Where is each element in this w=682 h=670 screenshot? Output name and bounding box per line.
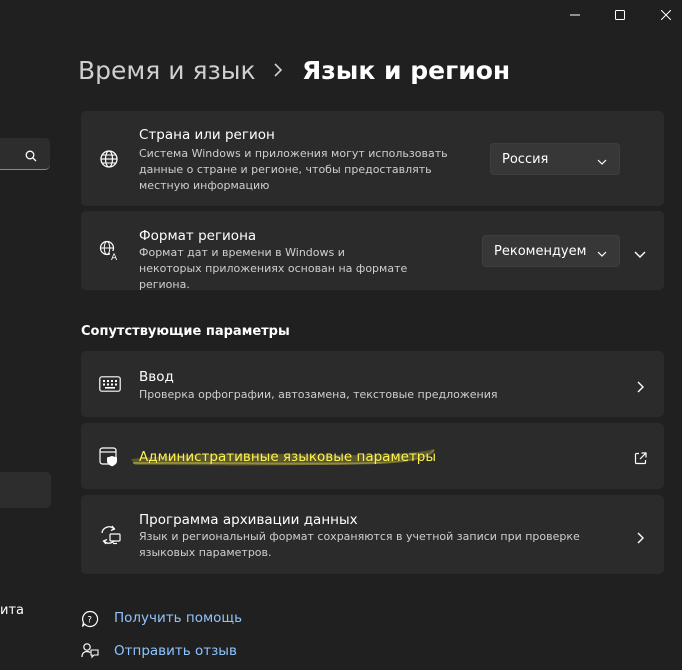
search-icon bbox=[25, 147, 37, 166]
breadcrumb-parent[interactable]: Время и язык bbox=[78, 56, 256, 85]
get-help-link[interactable]: Получить помощь bbox=[114, 610, 242, 626]
region-format-card[interactable]: A Формат региона Формат дат и времени в … bbox=[81, 211, 664, 291]
chevron-right-icon bbox=[636, 378, 644, 397]
related-item-typing[interactable]: Ввод Проверка орфографии, автозамена, те… bbox=[81, 351, 664, 417]
related-item-title: Программа архивации данных bbox=[139, 512, 358, 528]
external-link-icon bbox=[634, 450, 647, 469]
maximize-icon bbox=[615, 5, 625, 24]
related-item-backup[interactable]: Программа архивации данных Язык и регион… bbox=[81, 495, 664, 574]
related-item-admin-language[interactable]: Административные языковые параметры bbox=[81, 423, 664, 489]
related-item-title: Административные языковые параметры bbox=[139, 449, 437, 465]
chevron-right-icon bbox=[272, 60, 284, 84]
related-item-title: Ввод bbox=[139, 369, 174, 385]
maximize-button[interactable] bbox=[597, 0, 643, 28]
region-format-description: Формат дат и времени в Windows и некотор… bbox=[139, 246, 408, 291]
country-value: Россия bbox=[502, 151, 549, 167]
nav-item-label[interactable]: ита bbox=[0, 603, 24, 618]
close-icon bbox=[660, 5, 672, 24]
svg-text:?: ? bbox=[87, 616, 92, 626]
globe-icon bbox=[99, 149, 119, 173]
nav-search-box[interactable] bbox=[0, 138, 50, 170]
close-button[interactable] bbox=[643, 0, 682, 28]
expand-chevron-icon[interactable] bbox=[634, 245, 646, 264]
minimize-button[interactable] bbox=[552, 0, 598, 28]
related-settings-heading: Сопутствующие параметры bbox=[81, 324, 290, 339]
chevron-down-icon bbox=[597, 247, 607, 262]
country-card: Страна или регион Система Windows и прил… bbox=[81, 111, 664, 206]
admin-shield-icon bbox=[99, 447, 121, 471]
keyboard-icon bbox=[99, 376, 121, 396]
region-format-value: Рекомендуем bbox=[494, 243, 587, 259]
send-feedback-link[interactable]: Отправить отзыв bbox=[114, 643, 237, 659]
related-item-description: Проверка орфографии, автозамена, текстов… bbox=[139, 388, 498, 401]
country-description: Система Windows и приложения могут испол… bbox=[139, 147, 448, 192]
language-format-icon: A bbox=[99, 240, 121, 266]
chevron-right-icon bbox=[636, 529, 644, 548]
related-item-description: Язык и региональный формат сохраняются в… bbox=[139, 530, 580, 559]
page-title: Язык и регион bbox=[302, 56, 511, 85]
chevron-down-icon bbox=[597, 155, 607, 170]
svg-text:A: A bbox=[111, 253, 118, 262]
feedback-icon bbox=[81, 642, 99, 664]
region-format-dropdown[interactable]: Рекомендуем bbox=[482, 235, 620, 267]
nav-item-selected[interactable] bbox=[0, 472, 51, 508]
country-dropdown[interactable]: Россия bbox=[490, 143, 620, 175]
minimize-icon bbox=[570, 5, 580, 24]
backup-icon bbox=[99, 525, 121, 549]
country-title: Страна или регион bbox=[139, 127, 275, 143]
help-icon: ? bbox=[81, 610, 99, 632]
region-format-title: Формат региона bbox=[139, 228, 257, 244]
